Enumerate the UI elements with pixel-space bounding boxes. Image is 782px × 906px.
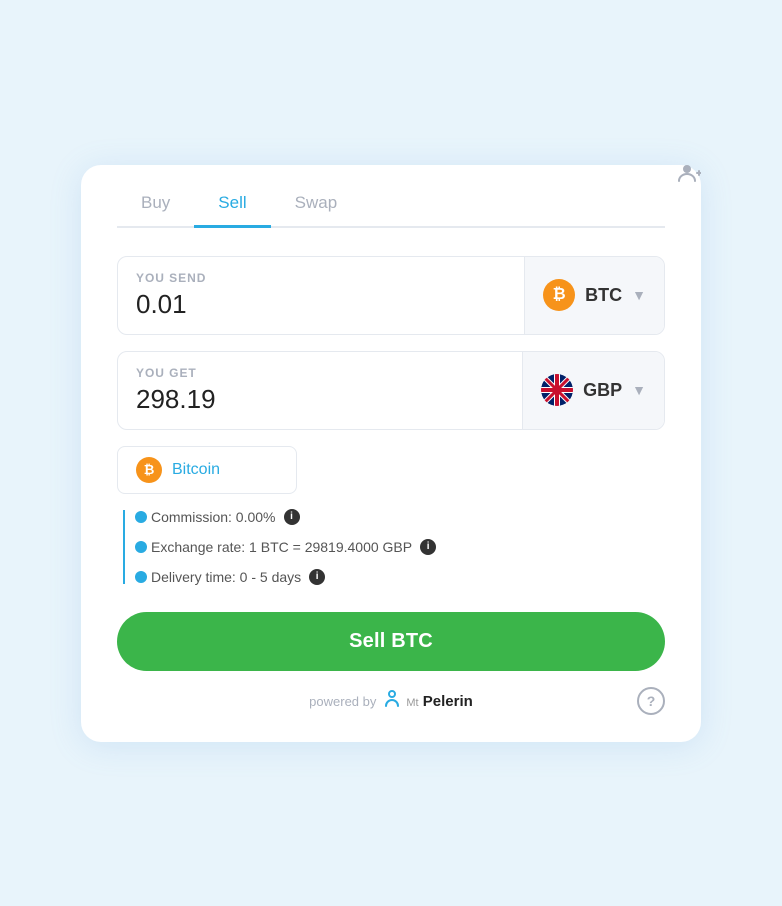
gbp-flag-icon [541,374,573,406]
info-section: Commission: 0.00% i Exchange rate: 1 BTC… [117,502,665,592]
commission-text: Commission: 0.00% [151,509,276,525]
pelerin-icon [382,689,402,714]
brand-text: Mt Pelerin [406,693,472,710]
btc-code: BTC [585,285,622,306]
help-icon[interactable]: ? [637,687,665,715]
send-label: YOU SEND [136,271,506,285]
send-value[interactable]: 0.01 [136,289,506,320]
get-input-area: YOU GET 298.19 [118,352,523,429]
tab-sell[interactable]: Sell [194,193,270,228]
get-value: 298.19 [136,384,504,415]
get-row: YOU GET 298.19 GBP [117,351,665,430]
get-label: YOU GET [136,366,504,380]
sell-button[interactable]: Sell BTC [117,612,665,671]
powered-by-text: powered by [309,694,376,709]
delivery-time-text: Delivery time: 0 - 5 days [151,569,301,585]
exchange-rate-info-icon[interactable]: i [420,539,436,555]
bitcoin-label: Bitcoin [172,461,220,479]
bitcoin-dropdown-item[interactable]: ₿ Bitcoin [117,446,297,494]
send-input-area[interactable]: YOU SEND 0.01 [118,257,525,334]
user-icon[interactable] [677,161,701,191]
main-card: Buy Sell Swap YOU SEND 0.01 ₿ BTC ▼ YOU … [81,165,701,742]
gbp-code: GBP [583,380,622,401]
gbp-chevron-icon: ▼ [632,382,646,398]
bitcoin-icon: ₿ [136,457,162,483]
tabs-bar: Buy Sell Swap [117,193,665,228]
gbp-selector[interactable]: GBP ▼ [523,352,664,429]
delivery-time-row: Delivery time: 0 - 5 days i [137,562,665,592]
dropdown-row: ₿ Bitcoin [117,446,665,494]
send-row: YOU SEND 0.01 ₿ BTC ▼ [117,256,665,335]
footer: powered by Mt Pelerin ? [117,689,665,714]
blue-line [123,510,125,584]
delivery-time-info-icon[interactable]: i [309,569,325,585]
btc-icon: ₿ [543,279,575,311]
exchange-rate-row: Exchange rate: 1 BTC = 29819.4000 GBP i [137,532,665,562]
commission-info-icon[interactable]: i [284,509,300,525]
exchange-rate-text: Exchange rate: 1 BTC = 29819.4000 GBP [151,539,412,555]
powered-by: powered by Mt Pelerin [309,689,473,714]
btc-chevron-icon: ▼ [632,287,646,303]
btc-selector[interactable]: ₿ BTC ▼ [525,257,664,334]
pelerin-logo: Mt Pelerin [382,689,472,714]
commission-row: Commission: 0.00% i [137,502,665,532]
tab-swap[interactable]: Swap [271,193,362,227]
tab-buy[interactable]: Buy [117,193,194,227]
